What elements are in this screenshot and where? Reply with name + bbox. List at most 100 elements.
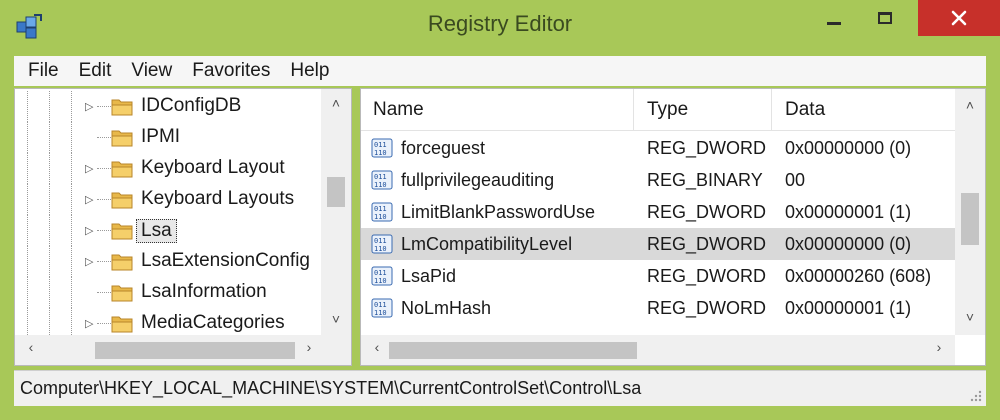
value-type: REG_DWORD [647, 234, 767, 254]
svg-text:011: 011 [374, 301, 387, 309]
value-name: LimitBlankPasswordUse [401, 202, 596, 222]
tree-vertical-scrollbar[interactable]: ˄ ˅ [321, 89, 351, 337]
tree-guide-line [49, 153, 50, 184]
svg-text:011: 011 [374, 269, 387, 277]
menu-help[interactable]: Help [280, 60, 339, 82]
expand-arrow-icon[interactable]: ▷ [85, 255, 93, 268]
resize-grip-icon[interactable] [968, 388, 982, 402]
maximize-button[interactable] [862, 0, 908, 36]
minimize-button[interactable] [806, 0, 862, 36]
value-data: 0x00000260 (608) [785, 266, 932, 286]
tree-horizontal-scrollbar[interactable]: ‹ › [15, 335, 351, 365]
close-button[interactable] [918, 0, 1000, 36]
table-row[interactable]: 011 110 LmCompatibilityLevel REG_DWORD 0x000… [361, 228, 957, 260]
binary-value-icon: 011110 [371, 234, 393, 254]
column-header-type[interactable]: Type [635, 89, 771, 131]
column-divider[interactable] [633, 89, 634, 131]
tree-scroll-thumb[interactable] [327, 177, 345, 207]
tree-guide-line [71, 215, 72, 246]
list-hscroll-thumb[interactable] [389, 342, 637, 359]
scroll-down-arrow-icon[interactable]: ˅ [955, 309, 985, 331]
maximize-icon [878, 12, 892, 24]
folder-icon [111, 254, 133, 271]
scroll-down-arrow-icon[interactable]: ˅ [321, 311, 351, 333]
tree-guide-line [71, 153, 72, 184]
scroll-right-arrow-icon[interactable]: › [929, 339, 949, 361]
list-scroll-thumb[interactable] [961, 193, 979, 245]
folder-icon [111, 161, 133, 178]
close-icon [951, 10, 967, 26]
menu-favorites[interactable]: Favorites [182, 60, 280, 82]
folder-icon [111, 316, 133, 333]
value-type: REG_DWORD [647, 266, 767, 286]
folder-icon [111, 192, 133, 209]
table-row[interactable]: 011 110 LsaPid REG_DWORD 0x00000260 (608) [361, 260, 957, 292]
tree-guide-line [49, 215, 50, 246]
tree-item[interactable]: IPMI [15, 122, 325, 153]
tree-item[interactable]: ▷ LsaExtensionConfig [15, 246, 325, 277]
expand-arrow-icon[interactable]: ▷ [85, 100, 93, 113]
column-divider[interactable] [771, 89, 772, 131]
tree-item[interactable]: LsaInformation [15, 277, 325, 308]
table-row[interactable]: 011 110 forceguest REG_DWORD 0x00000000 (0) [361, 132, 957, 164]
scroll-left-arrow-icon[interactable]: ‹ [367, 339, 387, 361]
expand-arrow-icon[interactable]: ▷ [85, 317, 93, 330]
menu-view[interactable]: View [121, 60, 182, 82]
column-header-data[interactable]: Data [773, 89, 957, 131]
tree-connector-line [97, 168, 111, 169]
column-header-name[interactable]: Name [361, 89, 633, 131]
scroll-left-arrow-icon[interactable]: ‹ [21, 339, 41, 361]
tree-guide-line [49, 184, 50, 215]
table-row[interactable]: 011 110 LimitBlankPasswordUse REG_DWORD 0x00… [361, 196, 957, 228]
value-type: REG_DWORD [647, 138, 767, 158]
scroll-up-arrow-icon[interactable]: ˄ [321, 95, 351, 117]
values-list-pane[interactable]: Name Type Data 011 110 forceguest REG_DWORD… [360, 88, 986, 366]
tree-item[interactable]: ▷ Keyboard Layout [15, 153, 325, 184]
title-bar[interactable]: Registry Editor [0, 0, 1000, 54]
list-horizontal-scrollbar[interactable]: ‹ › [361, 335, 955, 365]
tree-guide-line [49, 122, 50, 153]
list-vertical-scrollbar[interactable]: ˄ ˅ [955, 89, 985, 335]
tree-hscroll-thumb[interactable] [95, 342, 295, 359]
current-key-path: Computer\HKEY_LOCAL_MACHINE\SYSTEM\Curre… [20, 378, 642, 398]
tree-item-label[interactable]: LsaExtensionConfig [139, 250, 312, 272]
key-tree-pane[interactable]: ▷ IDConfigDB IPMI ▷ Keyboard Layout ▷ Keyboard… [14, 88, 352, 366]
tree-guide-line [49, 277, 50, 308]
list-header: Name Type Data [361, 89, 957, 131]
tree-item-label[interactable]: MediaCategories [139, 312, 287, 334]
tree-item-label[interactable]: Keyboard Layouts [139, 188, 296, 210]
menu-edit[interactable]: Edit [69, 60, 122, 82]
svg-text:110: 110 [374, 213, 387, 221]
binary-value-icon: 011110 [371, 202, 393, 222]
binary-value-icon: 011110 [371, 266, 393, 286]
scroll-up-arrow-icon[interactable]: ˄ [955, 97, 985, 119]
tree-guide-line [27, 153, 28, 184]
binary-value-icon: 011110 [371, 138, 393, 158]
menu-file[interactable]: File [14, 60, 69, 82]
tree-item-label[interactable]: IPMI [139, 126, 182, 148]
svg-text:011: 011 [374, 237, 387, 245]
table-row[interactable]: 011 110 fullprivilegeauditing REG_BINARY 00 [361, 164, 957, 196]
binary-value-icon: 011110 [371, 170, 393, 190]
status-bar: Computer\HKEY_LOCAL_MACHINE\SYSTEM\Curre… [14, 370, 986, 406]
tree-item-label-selected[interactable]: Lsa [136, 219, 177, 243]
table-row[interactable]: 011 110 NoLmHash REG_DWORD 0x00000001 (1) [361, 292, 957, 324]
tree-item[interactable]: ▷ Lsa [15, 215, 325, 246]
expand-arrow-icon[interactable]: ▷ [85, 224, 93, 237]
scroll-right-arrow-icon[interactable]: › [299, 339, 319, 361]
tree-item-label[interactable]: LsaInformation [139, 281, 269, 303]
expand-arrow-icon[interactable]: ▷ [85, 193, 93, 206]
svg-text:110: 110 [374, 245, 387, 253]
binary-value-icon: 011110 [371, 298, 393, 318]
expand-arrow-icon[interactable]: ▷ [85, 162, 93, 175]
value-type: REG_DWORD [647, 298, 767, 318]
svg-text:110: 110 [374, 149, 387, 157]
value-data: 0x00000000 (0) [785, 234, 912, 254]
tree-connector-line [97, 230, 111, 231]
folder-icon [111, 99, 133, 116]
tree-item[interactable]: ▷ IDConfigDB [15, 91, 325, 122]
tree-item[interactable]: ▷ Keyboard Layouts [15, 184, 325, 215]
tree-guide-line [71, 91, 72, 122]
tree-item-label[interactable]: Keyboard Layout [139, 157, 287, 179]
tree-item-label[interactable]: IDConfigDB [139, 95, 243, 117]
